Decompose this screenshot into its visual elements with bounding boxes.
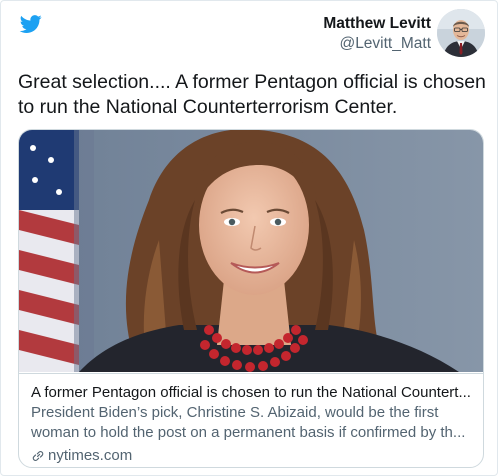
avatar-image bbox=[437, 9, 485, 57]
tweet-text: Great selection.... A former Pentagon of… bbox=[18, 71, 486, 118]
avatar[interactable] bbox=[437, 9, 485, 57]
article-image[interactable] bbox=[19, 130, 483, 372]
tweet-card[interactable]: Matthew Levitt @Levitt_Matt Great select… bbox=[0, 0, 498, 476]
author-name[interactable]: Matthew Levitt bbox=[323, 14, 431, 33]
link-icon bbox=[32, 451, 44, 461]
link-source-domain[interactable]: nytimes.com bbox=[48, 446, 132, 466]
author-handle[interactable]: @Levitt_Matt bbox=[323, 33, 431, 54]
link-card-meta[interactable]: A former Pentagon official is chosen to … bbox=[19, 373, 483, 467]
twitter-bird-icon[interactable] bbox=[18, 13, 44, 35]
author-block[interactable]: Matthew Levitt @Levitt_Matt bbox=[323, 14, 431, 54]
link-source[interactable]: nytimes.com bbox=[31, 446, 471, 466]
link-preview-card[interactable]: A former Pentagon official is chosen to … bbox=[18, 129, 484, 468]
link-description: President Biden’s pick, Christine S. Abi… bbox=[31, 404, 466, 441]
link-title[interactable]: A former Pentagon official is chosen to … bbox=[31, 383, 471, 402]
portrait-photo bbox=[19, 130, 483, 372]
